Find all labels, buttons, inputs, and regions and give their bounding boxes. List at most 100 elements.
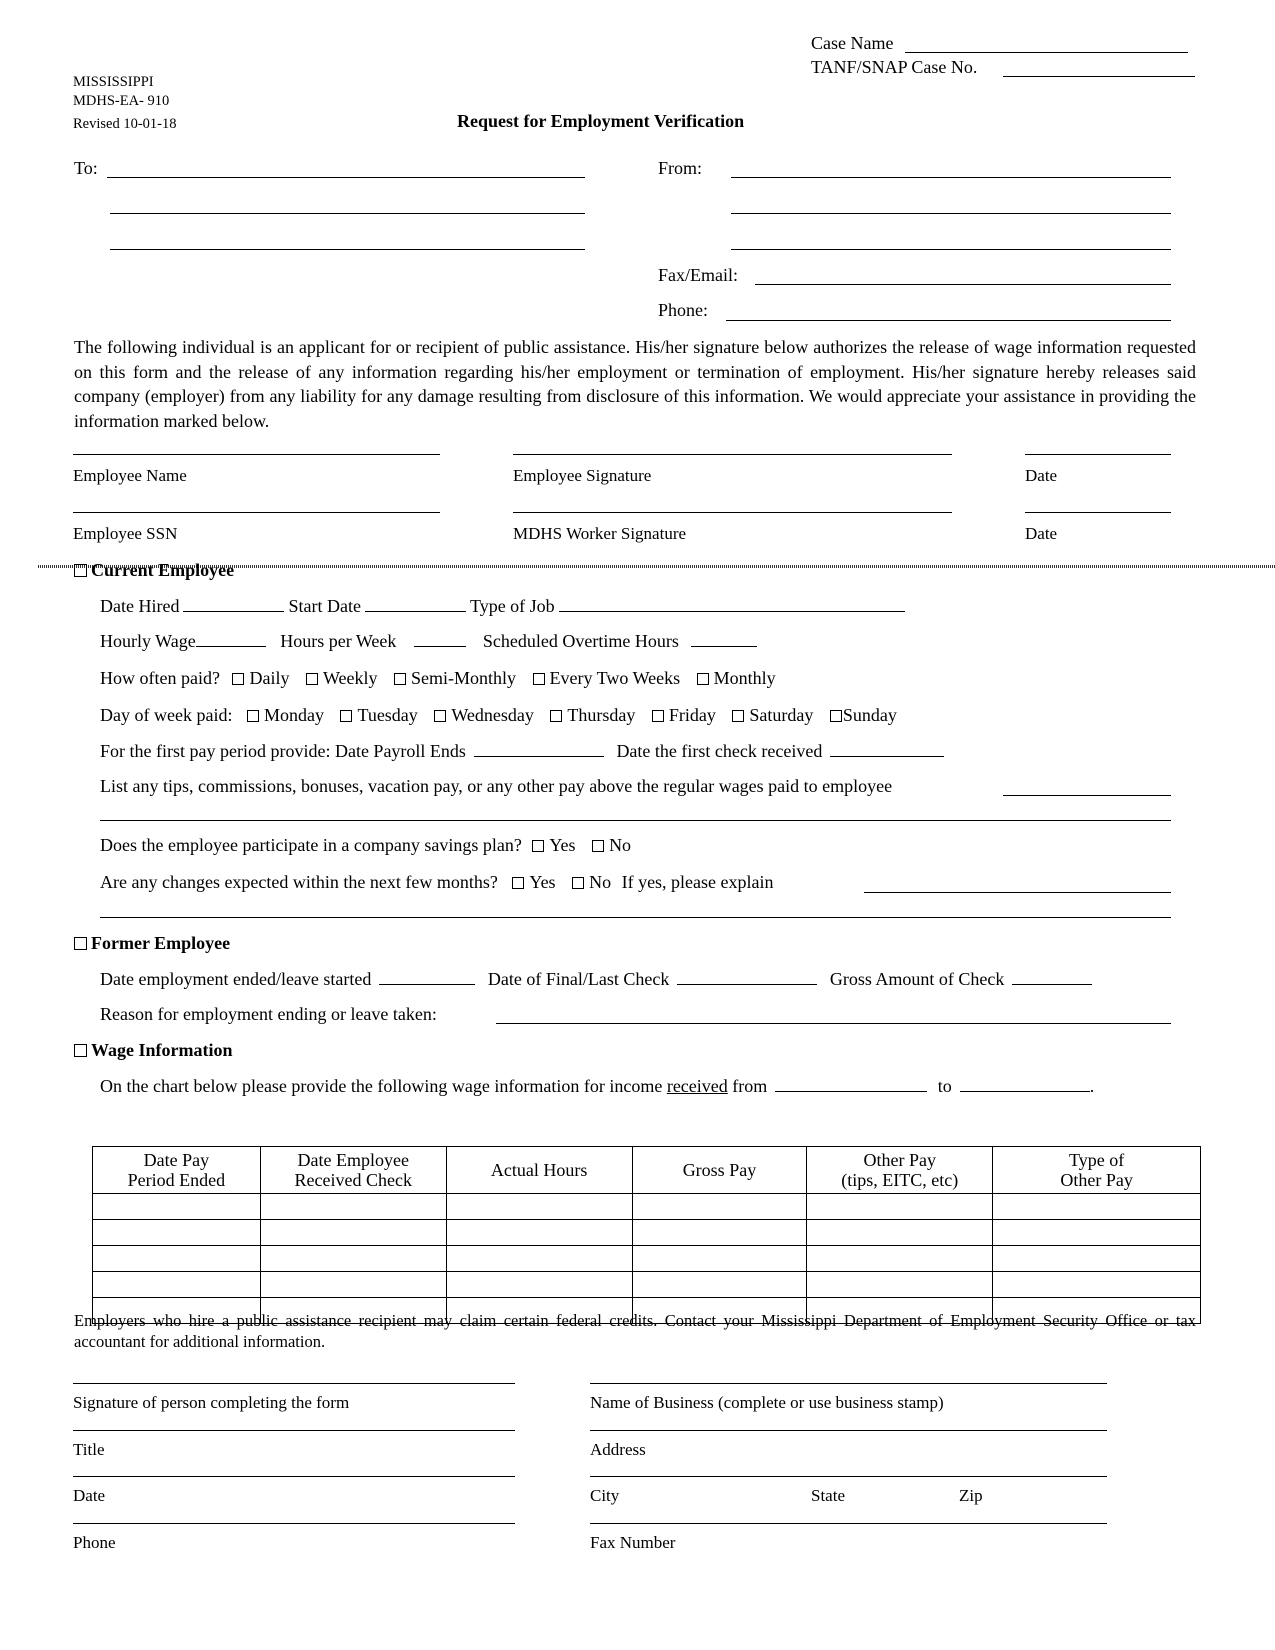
current-employee-checkbox[interactable] [74, 564, 87, 577]
phone-line[interactable] [73, 1523, 515, 1524]
to-line-3[interactable] [110, 249, 585, 250]
explain-field-1[interactable] [864, 892, 1171, 893]
fax-email-field[interactable] [755, 284, 1171, 285]
day-thursday[interactable]: Thursday [550, 705, 635, 725]
reason-field[interactable] [496, 1023, 1171, 1024]
business-name-line[interactable] [590, 1383, 1107, 1384]
day-saturday[interactable]: Saturday [732, 705, 813, 725]
employee-ssn-line[interactable] [73, 512, 440, 513]
wage-table-cell[interactable] [259, 1271, 447, 1298]
wage-table-cell[interactable] [631, 1271, 808, 1298]
day-tuesday[interactable]: Tuesday [340, 705, 418, 725]
wage-table-cell[interactable] [806, 1271, 994, 1298]
case-name-field[interactable] [905, 52, 1188, 53]
address-line[interactable] [590, 1430, 1107, 1431]
checkbox[interactable] [532, 673, 545, 685]
checkbox[interactable] [305, 673, 318, 685]
former-employee-checkbox[interactable] [74, 937, 87, 950]
checkbox[interactable] [232, 673, 245, 685]
freq-daily[interactable]: Daily [232, 668, 289, 688]
from-line-2[interactable] [731, 213, 1171, 214]
day-monday[interactable]: Monday [246, 705, 324, 725]
wage-table-cell[interactable] [806, 1245, 994, 1272]
worker-signature-line[interactable] [513, 512, 952, 513]
hours-per-week-field[interactable] [414, 632, 467, 647]
date-line[interactable] [73, 1476, 515, 1477]
checkbox[interactable] [572, 877, 585, 889]
checkbox[interactable] [651, 710, 664, 722]
date-hired-field[interactable] [183, 597, 285, 612]
overtime-hours-field[interactable] [690, 632, 757, 647]
freq-monthly[interactable]: Monthly [696, 668, 776, 688]
payroll-ends-field[interactable] [473, 742, 604, 757]
wage-table-cell[interactable] [445, 1271, 633, 1298]
wage-info-checkbox[interactable] [74, 1044, 87, 1057]
day-wednesday[interactable]: Wednesday [434, 705, 534, 725]
wage-table-cell[interactable] [806, 1219, 994, 1246]
checkbox[interactable] [246, 710, 259, 722]
fax-number-line[interactable] [590, 1523, 1107, 1524]
checkbox[interactable] [434, 710, 447, 722]
case-number-field[interactable] [1003, 76, 1195, 77]
first-check-field[interactable] [830, 742, 945, 757]
gross-amount-field[interactable] [1012, 970, 1093, 985]
wage-table-cell[interactable] [92, 1193, 261, 1220]
from-line-1[interactable] [731, 177, 1171, 178]
explain-field-2[interactable] [100, 917, 1171, 918]
checkbox[interactable] [592, 840, 605, 852]
checkbox[interactable] [696, 673, 709, 685]
start-date-field[interactable] [364, 597, 466, 612]
wage-table-cell[interactable] [806, 1193, 994, 1220]
income-from-field[interactable] [775, 1077, 928, 1092]
day-sunday[interactable]: Sunday [829, 705, 897, 725]
phone-field[interactable] [726, 320, 1171, 321]
wage-table-cell[interactable] [992, 1193, 1201, 1220]
freq-weekly[interactable]: Weekly [305, 668, 378, 688]
wage-table-cell[interactable] [631, 1193, 808, 1220]
checkbox[interactable] [340, 710, 353, 722]
date-ended-field[interactable] [379, 970, 476, 985]
final-check-field[interactable] [677, 970, 818, 985]
savings-yes[interactable]: Yes [532, 835, 576, 855]
day-friday[interactable]: Friday [651, 705, 716, 725]
checkbox[interactable] [829, 710, 842, 722]
hourly-wage-field[interactable] [195, 632, 266, 647]
wage-table-cell[interactable] [92, 1219, 261, 1246]
wage-table-cell[interactable] [259, 1193, 447, 1220]
freq-every-two-weeks[interactable]: Every Two Weeks [532, 668, 680, 688]
wage-table-cell[interactable] [259, 1219, 447, 1246]
checkbox[interactable] [512, 877, 525, 889]
tips-field-2[interactable] [100, 820, 1171, 821]
checkbox[interactable] [550, 710, 563, 722]
changes-no[interactable]: No [572, 872, 611, 892]
wage-table-cell[interactable] [631, 1245, 808, 1272]
type-of-job-field[interactable] [558, 597, 905, 612]
savings-no[interactable]: No [592, 835, 631, 855]
signature-person-line[interactable] [73, 1383, 515, 1384]
employee-signature-line[interactable] [513, 454, 952, 455]
wage-table-cell[interactable] [445, 1219, 633, 1246]
checkbox[interactable] [532, 840, 545, 852]
to-line-1[interactable] [107, 177, 585, 178]
changes-yes[interactable]: Yes [512, 872, 556, 892]
wage-table-cell[interactable] [631, 1219, 808, 1246]
wage-table-cell[interactable] [992, 1271, 1201, 1298]
city-state-zip-line[interactable] [590, 1476, 1107, 1477]
wage-table-cell[interactable] [992, 1245, 1201, 1272]
date-line-1[interactable] [1025, 454, 1171, 455]
to-line-2[interactable] [110, 213, 585, 214]
date-line-2[interactable] [1025, 512, 1171, 513]
title-line[interactable] [73, 1430, 515, 1431]
wage-table-cell[interactable] [445, 1245, 633, 1272]
checkbox[interactable] [394, 673, 406, 685]
wage-table-cell[interactable] [445, 1193, 633, 1220]
from-line-3[interactable] [731, 249, 1171, 250]
income-to-field[interactable] [959, 1077, 1090, 1092]
wage-table-cell[interactable] [92, 1271, 261, 1298]
checkbox[interactable] [732, 710, 745, 722]
wage-table-cell[interactable] [92, 1245, 261, 1272]
wage-table-cell[interactable] [259, 1245, 447, 1272]
tips-field-1[interactable] [1003, 795, 1171, 796]
employee-name-line[interactable] [73, 454, 440, 455]
freq-semi-monthly[interactable]: Semi-Monthly [394, 668, 516, 688]
